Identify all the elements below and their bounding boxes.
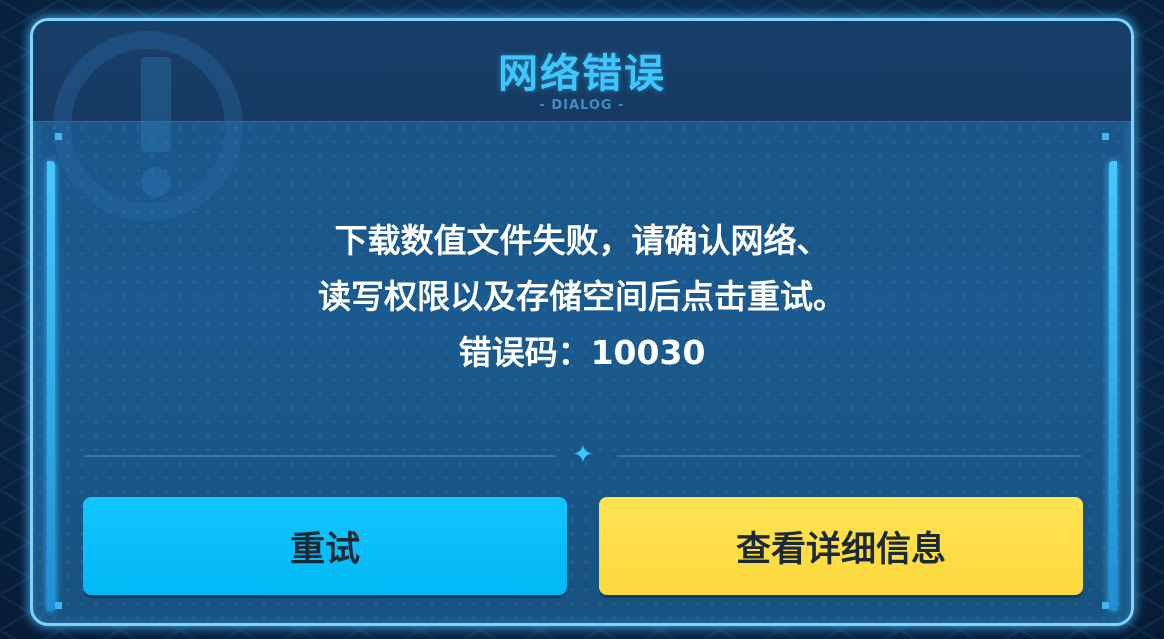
view-details-button[interactable]: 查看详细信息: [599, 497, 1083, 595]
dialog-title: 网络错误: [498, 51, 666, 97]
dialog-subtitle: - DIALOG -: [539, 98, 625, 113]
error-message-line-1: 下载数值文件失败，请确认网络、: [334, 221, 830, 260]
corner-dot-bottom-right: [1102, 602, 1109, 609]
error-code-line: 错误码：10030: [458, 333, 706, 372]
error-message: 下载数值文件失败，请确认网络、 读写权限以及存储空间后点击重试。 错误码：100…: [33, 213, 1131, 381]
divider-left: [85, 455, 555, 457]
error-message-line-2: 读写权限以及存储空间后点击重试。: [318, 277, 846, 316]
game-screen: 网络错误 - DIALOG - 下载数值文件失败，请确认网络、 读写权限以及存储…: [0, 0, 1164, 639]
retry-button[interactable]: 重试: [83, 497, 567, 595]
corner-dot-top-left: [55, 133, 62, 140]
network-error-dialog: 网络错误 - DIALOG - 下载数值文件失败，请确认网络、 读写权限以及存储…: [30, 18, 1134, 626]
corner-dot-top-right: [1102, 133, 1109, 140]
four-point-star-icon: ✦: [572, 440, 594, 470]
exclamation-dot: [141, 167, 171, 197]
divider-right: [617, 455, 1081, 457]
corner-dot-bottom-left: [55, 602, 62, 609]
